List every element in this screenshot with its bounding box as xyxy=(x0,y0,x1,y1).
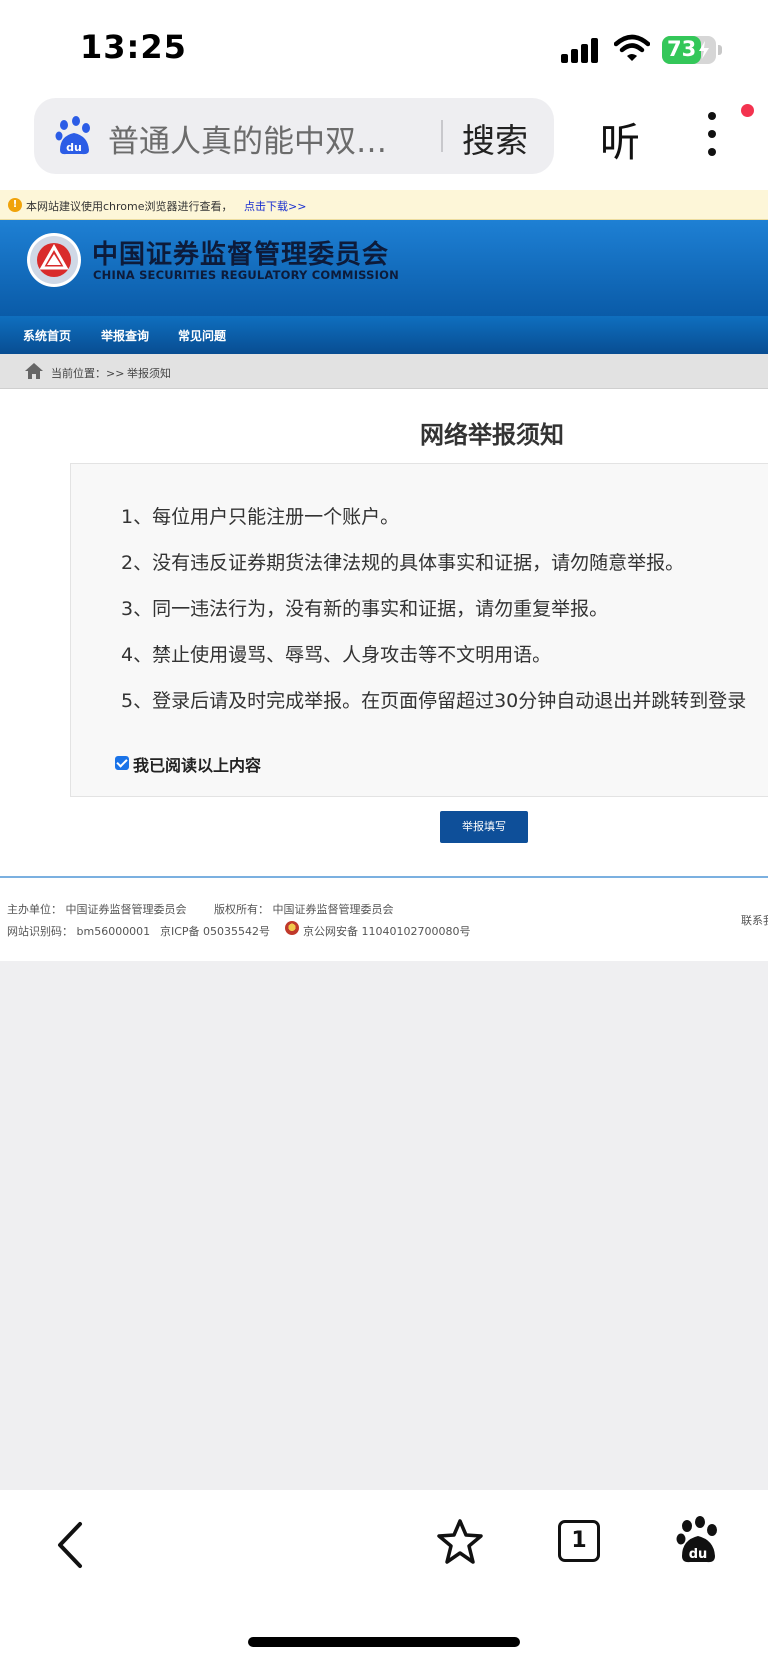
svg-text:du: du xyxy=(689,1547,708,1562)
footer-divider xyxy=(0,876,768,878)
csrc-emblem-icon xyxy=(27,233,81,287)
site-name-cn: 中国证券监督管理委员会 xyxy=(92,240,390,270)
search-box[interactable]: du 普通人真的能中双… 搜索 xyxy=(34,98,554,174)
status-bar: 13:25 73 xyxy=(0,0,768,92)
svg-text:du: du xyxy=(66,141,82,154)
download-link[interactable]: 点击下载>> xyxy=(244,198,306,214)
site-header: 中国证券监督管理委员会 CHINA SECURITIES REGULATORY … xyxy=(0,220,768,354)
breadcrumb-prefix: 当前位置：>> xyxy=(51,367,125,380)
star-icon[interactable] xyxy=(436,1518,484,1566)
wifi-icon xyxy=(614,34,650,61)
notice-text: 本网站建议使用chrome浏览器进行查看， xyxy=(26,200,233,213)
baidu-paw-icon[interactable]: du xyxy=(676,1516,720,1564)
nav-home[interactable]: 系统首页 xyxy=(23,327,71,344)
battery-cap xyxy=(718,45,722,55)
browser-bottom-bar: 1 du xyxy=(0,1490,768,1663)
footer-copyright: 版权所有： 中国证券监督管理委员会 xyxy=(214,903,394,916)
browser-toolbar: du 普通人真的能中双… 搜索 听 xyxy=(0,92,768,190)
footer-contact[interactable]: 联系我 xyxy=(741,912,768,928)
cellular-signal-icon xyxy=(561,37,601,63)
rule-item: 1、每位用户只能注册一个账户。 xyxy=(121,506,400,528)
site-name-en: CHINA SECURITIES REGULATORY COMMISSION xyxy=(93,268,399,282)
web-page: ! 本网站建议使用chrome浏览器进行查看， 点击下载>> 中国证券监督管理委… xyxy=(0,190,768,1490)
search-input[interactable]: 普通人真的能中双… xyxy=(108,116,448,161)
home-icon xyxy=(25,363,43,379)
footer-site-id: 网站识别码： bm56000001 xyxy=(7,925,151,938)
browser-notice-bar: ! 本网站建议使用chrome浏览器进行查看， 点击下载>> xyxy=(0,190,768,220)
rules-box: 1、每位用户只能注册一个账户。 2、没有违反证券期货法律法规的具体事实和证据，请… xyxy=(70,463,768,797)
site-footer: 主办单位： 中国证券监督管理委员会 版权所有： 中国证券监督管理委员会 网站识别… xyxy=(0,879,768,961)
main-nav: 系统首页 举报查询 常见问题 xyxy=(0,316,768,354)
warning-icon: ! xyxy=(8,198,22,212)
rule-item: 4、禁止使用谩骂、辱骂、人身攻击等不文明用语。 xyxy=(121,644,552,666)
nav-faq[interactable]: 常见问题 xyxy=(178,327,226,344)
breadcrumb-current: 举报须知 xyxy=(127,367,171,380)
rule-item: 2、没有违反证券期货法律法规的具体事实和证据，请勿随意举报。 xyxy=(121,552,685,574)
notification-dot xyxy=(741,104,754,117)
footer-police[interactable]: 京公网安备 11040102700080号 xyxy=(303,923,470,939)
police-badge-icon xyxy=(285,921,299,935)
agree-label[interactable]: 我已阅读以上内容 xyxy=(133,752,261,776)
footer-icp[interactable]: 京ICP备 05035542号 xyxy=(160,923,270,939)
agree-checkbox[interactable] xyxy=(115,756,129,770)
baidu-paw-icon: du xyxy=(55,116,90,155)
search-divider xyxy=(441,120,443,152)
listen-button[interactable]: 听 xyxy=(600,110,640,168)
tabs-icon[interactable]: 1 xyxy=(558,1520,600,1562)
more-vertical-icon[interactable] xyxy=(700,110,724,160)
battery-level: 73 xyxy=(667,37,697,61)
breadcrumb: 当前位置：>> 举报须知 xyxy=(0,354,768,389)
nav-report-query[interactable]: 举报查询 xyxy=(101,327,149,344)
back-arrow-icon[interactable] xyxy=(54,1520,88,1570)
rule-item: 5、登录后请及时完成举报。在页面停留超过30分钟自动退出并跳转到登录 xyxy=(121,690,747,712)
search-button[interactable]: 搜索 xyxy=(462,114,528,162)
status-time: 13:25 xyxy=(80,28,187,66)
main-content: 网络举报须知 1、每位用户只能注册一个账户。 2、没有违反证券期货法律法规的具体… xyxy=(0,389,768,905)
page-title: 网络举报须知 xyxy=(420,421,564,449)
battery-charging-icon: 73 xyxy=(662,36,716,64)
home-indicator[interactable] xyxy=(248,1637,520,1647)
report-fill-button[interactable]: 举报填写 xyxy=(440,811,528,843)
rule-item: 3、同一违法行为，没有新的事实和证据，请勿重复举报。 xyxy=(121,598,609,620)
footer-host: 主办单位： 中国证券监督管理委员会 xyxy=(7,903,187,916)
